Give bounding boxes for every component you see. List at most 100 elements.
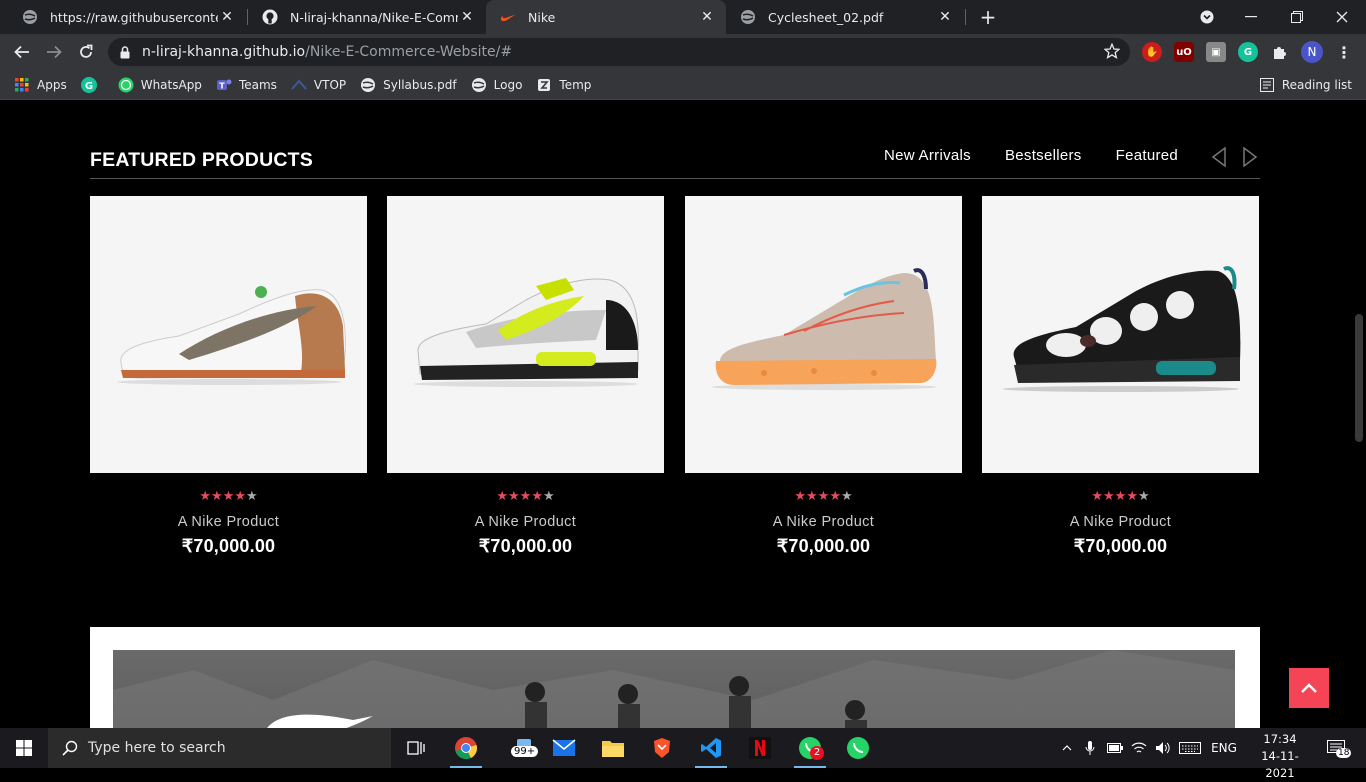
- page-scrollbar[interactable]: [1352, 101, 1366, 728]
- star-filled-icon: ★: [234, 489, 246, 504]
- browser-tab[interactable]: N-liraj-khanna/Nike-E-Commerce ✕: [248, 0, 486, 34]
- url-host: n-liraj-khanna.github.io: [142, 44, 306, 60]
- browser-menu-icon[interactable]: ⋮: [1334, 42, 1354, 62]
- product-image-white-tan-sneaker[interactable]: [90, 196, 367, 473]
- wifi-icon[interactable]: [1130, 728, 1148, 768]
- brave-browser-icon[interactable]: [638, 728, 686, 768]
- browser-tab-active[interactable]: Nike ✕: [486, 0, 726, 34]
- input-language[interactable]: ENG: [1206, 728, 1242, 768]
- address-bar[interactable]: n-liraj-khanna.github.io/Nike-E-Commerce…: [108, 38, 1130, 66]
- back-arrow-icon[interactable]: [10, 40, 34, 64]
- system-clock[interactable]: 17:34 14-11-2021: [1252, 731, 1308, 782]
- close-tab-icon[interactable]: ✕: [218, 8, 236, 26]
- close-tab-icon[interactable]: ✕: [458, 8, 476, 26]
- chrome-icon[interactable]: [442, 728, 490, 768]
- volume-icon[interactable]: [1154, 728, 1172, 768]
- section-divider: [90, 178, 1260, 179]
- browser-tab[interactable]: https://raw.githubusercontent.co ✕: [8, 0, 246, 34]
- tab-title: Cyclesheet_02.pdf: [768, 9, 884, 25]
- bookmark-label: Apps: [37, 77, 67, 92]
- task-view-icon[interactable]: [392, 728, 440, 768]
- whatsapp-desktop-icon[interactable]: 2: [786, 728, 834, 768]
- chevron-up-icon: [1301, 683, 1317, 693]
- product-filter-tabs: New Arrivals Bestsellers Featured: [884, 147, 1212, 164]
- search-placeholder: Type here to search: [88, 740, 226, 756]
- taskbar-search-box[interactable]: Type here to search: [48, 728, 391, 768]
- product-price: ₹70,000.00: [181, 536, 276, 556]
- star-filled-icon: ★: [794, 489, 807, 504]
- minimize-icon[interactable]: [1229, 0, 1273, 34]
- product-price: ₹70,000.00: [776, 536, 871, 556]
- product-image-black-white-sneaker[interactable]: [982, 196, 1259, 473]
- forward-arrow-icon[interactable]: [42, 40, 66, 64]
- bookmark-grammarly[interactable]: G: [80, 73, 104, 97]
- product-price: ₹70,000.00: [1073, 536, 1168, 556]
- ublock-extension-icon[interactable]: uO: [1174, 42, 1194, 62]
- reading-list-label: Reading list: [1281, 78, 1352, 92]
- new-tab-button[interactable]: +: [976, 5, 1000, 29]
- bookmark-syllabus[interactable]: Syllabus.pdf: [360, 73, 457, 97]
- product-image-beige-orange-sneaker[interactable]: [685, 196, 962, 473]
- rating-stars: ★★★★★: [685, 489, 962, 505]
- extensions-puzzle-icon[interactable]: [1270, 42, 1290, 62]
- bookmark-vtop[interactable]: VTOP: [291, 73, 346, 97]
- whatsapp-web-icon[interactable]: [834, 728, 882, 768]
- close-tab-icon[interactable]: ✕: [936, 8, 954, 26]
- globe-icon: [740, 9, 756, 25]
- windows-start-icon[interactable]: [0, 728, 48, 768]
- browser-tab[interactable]: Cyclesheet_02.pdf ✕: [726, 0, 964, 34]
- restore-icon[interactable]: [1275, 0, 1319, 34]
- battery-icon[interactable]: [1106, 728, 1124, 768]
- section-title: FEATURED PRODUCTS: [90, 149, 313, 171]
- file-explorer-icon[interactable]: [589, 728, 637, 768]
- bookmark-label: Temp: [559, 77, 592, 92]
- tab-bestsellers[interactable]: Bestsellers: [1005, 147, 1082, 164]
- bookmark-teams[interactable]: T Teams: [216, 73, 277, 97]
- product-name[interactable]: A Nike Product: [387, 514, 664, 530]
- product-image-white-volt-sneaker[interactable]: [387, 196, 664, 473]
- scrollbar-thumb[interactable]: [1355, 314, 1363, 442]
- close-window-icon[interactable]: [1320, 0, 1364, 34]
- star-filled-icon: ★: [806, 489, 818, 504]
- promo-banner-image: [113, 650, 1235, 728]
- bookmark-temp[interactable]: Temp: [536, 73, 591, 97]
- product-card[interactable]: ★★★★★ A Nike Product ₹70,000.00: [982, 196, 1259, 557]
- profile-avatar[interactable]: N: [1301, 41, 1323, 63]
- ad-block-extension-icon[interactable]: ✋: [1142, 42, 1162, 62]
- product-card[interactable]: ★★★★★ A Nike Product ₹70,000.00: [387, 196, 664, 557]
- reading-list-button[interactable]: Reading list: [1259, 73, 1352, 97]
- bookmark-whatsapp[interactable]: WhatsApp: [118, 73, 202, 97]
- product-name[interactable]: A Nike Product: [90, 514, 367, 530]
- carousel-next-arrow-icon[interactable]: [1242, 146, 1258, 168]
- bookmark-logo[interactable]: Logo: [471, 73, 523, 97]
- search-icon: [62, 740, 78, 756]
- image-extension-icon[interactable]: ▣: [1206, 42, 1226, 62]
- grammarly-extension-icon[interactable]: G: [1238, 42, 1258, 62]
- bookmark-label: Syllabus.pdf: [383, 77, 457, 92]
- keyboard-icon[interactable]: [1178, 728, 1202, 768]
- close-tab-icon[interactable]: ✕: [698, 8, 716, 26]
- product-card[interactable]: ★★★★★ A Nike Product ₹70,000.00: [90, 196, 367, 557]
- product-name[interactable]: A Nike Product: [982, 514, 1259, 530]
- vscode-icon[interactable]: [687, 728, 735, 768]
- tab-featured[interactable]: Featured: [1116, 147, 1178, 164]
- tab-search-icon[interactable]: [1185, 0, 1229, 34]
- tray-chevron-up-icon[interactable]: [1058, 728, 1076, 768]
- bookmark-apps[interactable]: Apps: [14, 73, 67, 97]
- product-name[interactable]: A Nike Product: [685, 514, 962, 530]
- reload-icon[interactable]: [74, 40, 98, 64]
- bookmark-star-icon[interactable]: [1103, 42, 1121, 63]
- product-card[interactable]: ★★★★★ A Nike Product ₹70,000.00: [685, 196, 962, 557]
- carousel-prev-arrow-icon[interactable]: [1211, 146, 1227, 168]
- mail-icon[interactable]: [540, 728, 588, 768]
- tab-new-arrivals[interactable]: New Arrivals: [884, 147, 971, 164]
- netflix-icon[interactable]: [736, 728, 784, 768]
- scroll-to-top-button[interactable]: [1289, 668, 1329, 708]
- star-filled-icon: ★: [222, 489, 235, 504]
- star-filled-icon: ★: [508, 489, 520, 504]
- microphone-icon[interactable]: [1082, 728, 1098, 768]
- browser-tab-strip: https://raw.githubusercontent.co ✕ N-lir…: [0, 0, 1366, 34]
- apps-grid-icon: [14, 77, 30, 93]
- bookmark-label: Logo: [493, 77, 523, 92]
- notification-center-icon[interactable]: 18: [1318, 728, 1354, 768]
